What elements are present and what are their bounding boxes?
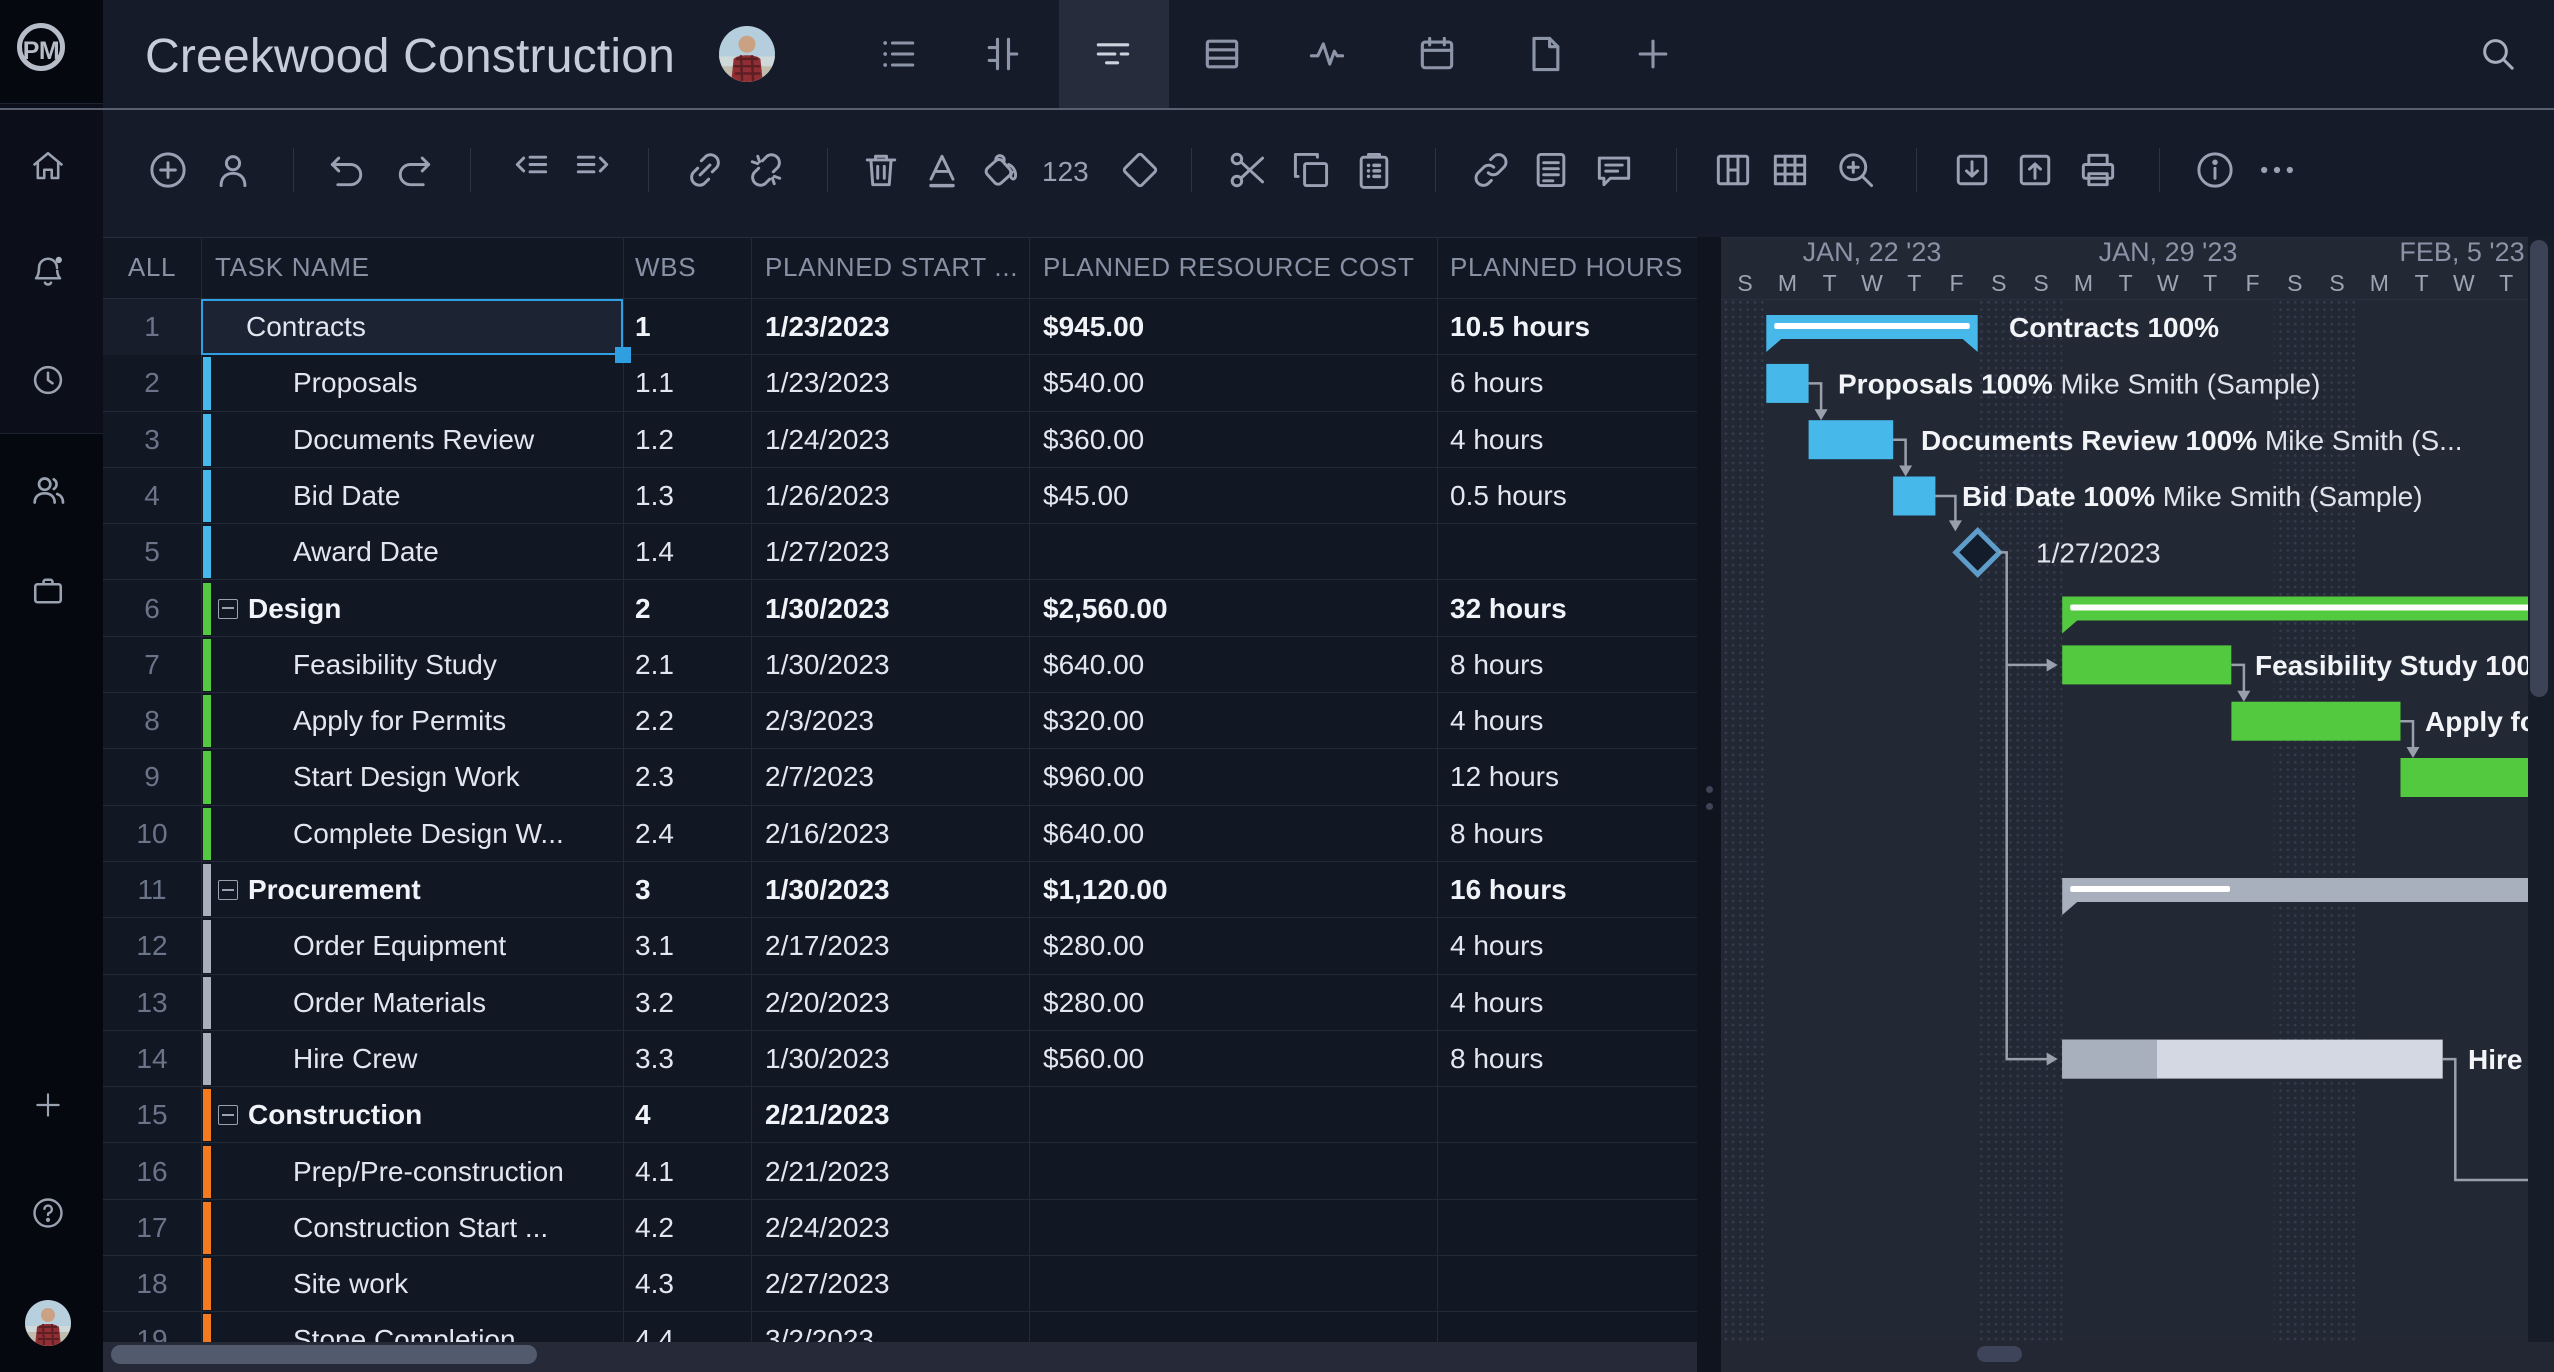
svg-text:T: T [2203, 270, 2217, 296]
svg-text:Contracts 100%: Contracts 100% [2009, 312, 2219, 343]
svg-text:Bid Date 100% Mike Smith (Sa: Bid Date 100% Mike Smith (Sample) [1962, 481, 2423, 512]
svg-text:FEB, 5 '23: FEB, 5 '23 [2399, 237, 2524, 267]
svg-text:S: S [2329, 270, 2344, 296]
svg-text:S: S [1737, 270, 1752, 296]
svg-text:W: W [1861, 270, 1883, 296]
svg-text:Feasibility Study 100%: Feasibility Study 100% [2255, 649, 2554, 680]
svg-text:T: T [2119, 270, 2133, 296]
svg-text:M: M [2074, 270, 2093, 296]
svg-text:1/27/2023: 1/27/2023 [2036, 537, 2161, 568]
svg-text:Proposals 100% Mike Smith (S: Proposals 100% Mike Smith (Sample) [1838, 368, 2320, 399]
svg-text:JAN, 22 '23: JAN, 22 '23 [1803, 237, 1942, 267]
svg-text:S: S [1991, 270, 2006, 296]
svg-text:T: T [1907, 270, 1921, 296]
svg-text:T: T [2415, 270, 2429, 296]
svg-text:T: T [1823, 270, 1837, 296]
svg-text:Documents Review 100% Mike S: Documents Review 100% Mike Smith (S... [1921, 424, 2463, 455]
svg-text:JAN, 29 '23: JAN, 29 '23 [2099, 237, 2238, 267]
svg-text:S: S [2287, 270, 2302, 296]
svg-text:T: T [2499, 270, 2513, 296]
svg-text:W: W [2157, 270, 2179, 296]
svg-text:F: F [2245, 270, 2259, 296]
svg-text:M: M [2370, 270, 2389, 296]
svg-text:W: W [2453, 270, 2475, 296]
svg-text:S: S [2033, 270, 2048, 296]
svg-text:F: F [1949, 270, 1963, 296]
svg-text:M: M [1778, 270, 1797, 296]
